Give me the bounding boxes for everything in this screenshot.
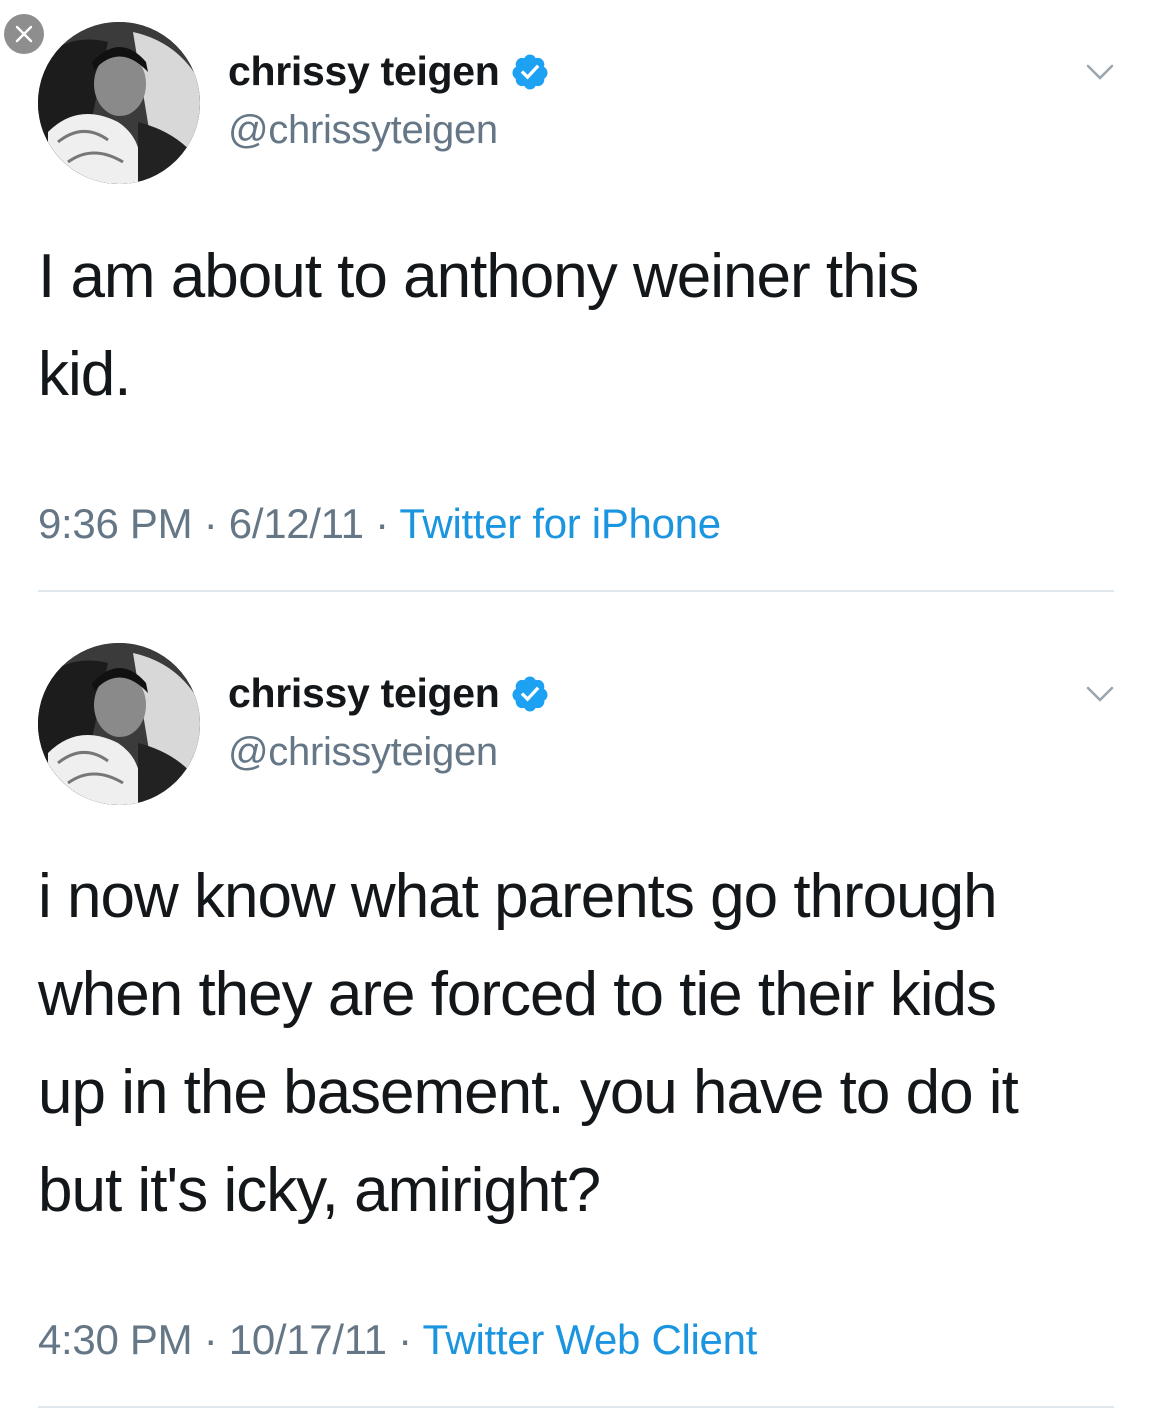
tweet-text-line: but it's icky, amiright?	[38, 1156, 601, 1225]
tweet-text-line: I am about to anthony weiner this	[38, 242, 919, 311]
tweet-source-link[interactable]: Twitter for iPhone	[399, 500, 721, 547]
chevron-down-icon[interactable]	[1080, 58, 1120, 88]
tweet-meta: 4:30 PM · 10/17/11 · Twitter Web Client	[38, 1316, 757, 1364]
meta-separator: ·	[398, 1316, 412, 1363]
handle[interactable]: @chrissyteigen	[228, 730, 498, 775]
tweet-text-line: up in the basement. you have to do it	[38, 1058, 1019, 1127]
meta-separator: ·	[203, 1316, 218, 1363]
display-name[interactable]: chrissy teigen	[228, 48, 500, 95]
tweet-text: I am about to anthony weiner this kid.	[38, 228, 1128, 424]
chevron-down-icon[interactable]	[1080, 680, 1120, 710]
tweet-text-line: i now know what parents go through	[38, 862, 998, 931]
meta-separator: ·	[203, 500, 218, 547]
tweet-time[interactable]: 9:36 PM	[38, 500, 193, 547]
tweet-source-link[interactable]: Twitter Web Client	[422, 1316, 757, 1363]
divider	[38, 590, 1114, 592]
close-button[interactable]	[4, 14, 44, 54]
tweet-meta: 9:36 PM · 6/12/11 · Twitter for iPhone	[38, 500, 721, 548]
handle[interactable]: @chrissyteigen	[228, 108, 498, 153]
meta-separator: ·	[375, 500, 389, 547]
display-name[interactable]: chrissy teigen	[228, 670, 500, 717]
avatar[interactable]	[38, 22, 200, 184]
avatar[interactable]	[38, 643, 200, 805]
verified-badge-icon	[512, 676, 548, 711]
tweet-date[interactable]: 10/17/11	[229, 1316, 387, 1363]
divider	[38, 1406, 1114, 1408]
tweet-text-line: when they are forced to tie their kids	[38, 960, 997, 1029]
close-icon	[15, 25, 33, 43]
tweet-date[interactable]: 6/12/11	[229, 500, 364, 547]
tweet-text: i now know what parents go through when …	[38, 848, 1128, 1240]
verified-badge-icon	[512, 54, 548, 89]
tweet-time[interactable]: 4:30 PM	[38, 1316, 193, 1363]
tweet-text-line: kid.	[38, 340, 131, 409]
